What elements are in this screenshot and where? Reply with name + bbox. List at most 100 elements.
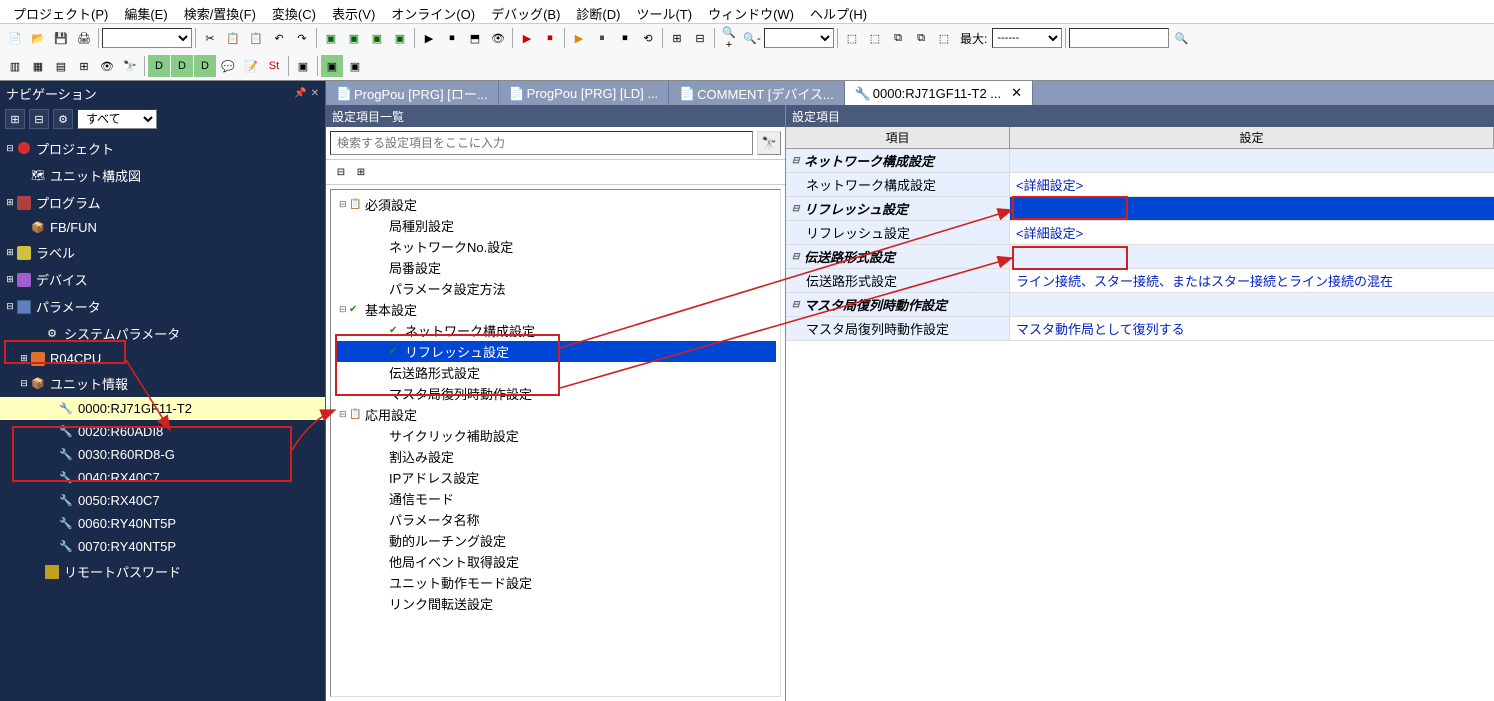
run-icon[interactable]: ▶: [568, 27, 590, 49]
tree-sysparam[interactable]: ⚙システムパラメータ: [0, 320, 325, 347]
dev-verify-icon[interactable]: ▣: [366, 27, 388, 49]
tree-unit-0030[interactable]: 🔧0030:R60RD8-G: [0, 443, 325, 466]
tree-cpu[interactable]: ⊞R04CPU: [0, 347, 325, 370]
tree-unit-0040[interactable]: 🔧0040:RX40C7: [0, 466, 325, 489]
tree-param[interactable]: ⊟パラメータ: [0, 293, 325, 320]
tree-device[interactable]: ⊞デバイス: [0, 266, 325, 293]
tab-progpou-ld[interactable]: 📄ProgPou [PRG] [LD] ...: [499, 81, 670, 105]
grid-row-refresh[interactable]: リフレッシュ設定 <詳細設定>: [786, 221, 1494, 245]
dev-read-icon[interactable]: ▣: [343, 27, 365, 49]
settings-search-input[interactable]: [330, 131, 753, 155]
tb2-c-icon[interactable]: ▣: [344, 55, 366, 77]
search-go-icon[interactable]: 🔍: [1170, 27, 1192, 49]
element-sel-icon[interactable]: ▦: [27, 55, 49, 77]
nav-toggle-icon[interactable]: ▥: [4, 55, 26, 77]
menu-search[interactable]: 検索/置換(F): [176, 2, 264, 21]
navigation-tree[interactable]: ⊟プロジェクト 🗺ユニット構成図 ⊞プログラム 📦FB/FUN ⊞ラベル ⊞デバ…: [0, 133, 325, 701]
menu-diag[interactable]: 診断(D): [568, 2, 628, 21]
cross-ref-icon[interactable]: ⊞: [73, 55, 95, 77]
monitor-stop-icon[interactable]: ⏹: [441, 27, 463, 49]
tab-progpou-local[interactable]: 📄ProgPou [PRG] [ロー...: [326, 81, 499, 105]
nav-view-icon[interactable]: ⊞: [5, 109, 25, 129]
st-basic[interactable]: ⊟✔基本設定: [335, 299, 776, 320]
menu-view[interactable]: 表示(V): [324, 2, 383, 21]
menu-edit[interactable]: 編集(E): [116, 2, 175, 21]
monitor-start-icon[interactable]: ▶: [418, 27, 440, 49]
tree-unit-0060[interactable]: 🔧0060:RY40NT5P: [0, 512, 325, 535]
tree-unitmap[interactable]: 🗺ユニット構成図: [0, 162, 325, 189]
st-station-type[interactable]: 局種別設定: [335, 215, 776, 236]
dev3-icon[interactable]: D: [194, 55, 216, 77]
tb-btn-d[interactable]: ⧉: [910, 27, 932, 49]
st-station-no[interactable]: 局番設定: [335, 257, 776, 278]
grid-cat-trans[interactable]: ⊟伝送路形式設定: [786, 245, 1494, 269]
pause-icon[interactable]: ⏸: [591, 27, 613, 49]
print-icon[interactable]: 🖨: [73, 27, 95, 49]
st-dyn-routing[interactable]: 動的ルーチング設定: [335, 530, 776, 551]
zoom-combo[interactable]: [764, 28, 834, 48]
tree-unit-0070[interactable]: 🔧0070:RY40NT5P: [0, 535, 325, 558]
tree-unitinfo[interactable]: ⊟📦ユニット情報: [0, 370, 325, 397]
st-network-no[interactable]: ネットワークNo.設定: [335, 236, 776, 257]
search-icon[interactable]: 🔭: [757, 131, 781, 155]
redo-icon[interactable]: ↷: [291, 27, 313, 49]
tab-comment[interactable]: 📄COMMENT [デバイス...: [669, 81, 845, 105]
grid-row-master[interactable]: マスタ局復列時動作設定 マスタ動作局として復列する: [786, 317, 1494, 341]
cut-icon[interactable]: ✂: [199, 27, 221, 49]
tree-unit-0020[interactable]: 🔧0020:R60ADI8: [0, 420, 325, 443]
find-icon[interactable]: 🔭: [119, 55, 141, 77]
grid-row-trans[interactable]: 伝送路形式設定 ライン接続、スター接続、またはスター接続とライン接続の混在: [786, 269, 1494, 293]
close-panel-icon[interactable]: ✕: [311, 88, 319, 99]
st-interrupt[interactable]: 割込み設定: [335, 446, 776, 467]
note-icon[interactable]: 📝: [240, 55, 262, 77]
menu-window[interactable]: ウィンドウ(W): [700, 2, 802, 21]
sim-stop-icon[interactable]: ⏹: [539, 27, 561, 49]
tree-project[interactable]: ⊟プロジェクト: [0, 135, 325, 162]
zoom-out-icon[interactable]: 🔍-: [741, 27, 763, 49]
tb-btn-e[interactable]: ⬚: [933, 27, 955, 49]
dev1-icon[interactable]: D: [148, 55, 170, 77]
new-icon[interactable]: 📄: [4, 27, 26, 49]
menu-debug[interactable]: デバッグ(B): [483, 2, 568, 21]
st-master-return[interactable]: マスタ局復列時動作設定: [335, 383, 776, 404]
copy-icon[interactable]: 📋: [222, 27, 244, 49]
st-unit-mode[interactable]: ユニット動作モード設定: [335, 572, 776, 593]
tab-close-icon[interactable]: ✕: [1005, 85, 1022, 101]
dev-monitor-icon[interactable]: ▣: [389, 27, 411, 49]
reset-icon[interactable]: ⟲: [637, 27, 659, 49]
st-required[interactable]: ⊟📋必須設定: [335, 194, 776, 215]
search-field[interactable]: [1069, 28, 1169, 48]
grid-row-netconfig[interactable]: ネットワーク構成設定 <詳細設定>: [786, 173, 1494, 197]
tb2-a-icon[interactable]: ▣: [292, 55, 314, 77]
tb-btn-b[interactable]: ⬚: [864, 27, 886, 49]
tree-program[interactable]: ⊞プログラム: [0, 189, 325, 216]
menu-project[interactable]: プロジェクト(P): [5, 2, 116, 21]
tree-unit-0050[interactable]: 🔧0050:RX40C7: [0, 489, 325, 512]
dev-write-icon[interactable]: ▣: [320, 27, 342, 49]
save-icon[interactable]: 💾: [50, 27, 72, 49]
window-split-icon[interactable]: ⊞: [666, 27, 688, 49]
st-link-xfer[interactable]: リンク間転送設定: [335, 593, 776, 614]
menu-online[interactable]: オンライン(O): [383, 2, 483, 21]
tree-remotepw[interactable]: リモートパスワード: [0, 558, 325, 585]
tab-unit-0000[interactable]: 🔧0000:RJ71GF11-T2 ...✕: [845, 81, 1033, 105]
grid-header-item[interactable]: 項目: [786, 127, 1010, 148]
st-param-method[interactable]: パラメータ設定方法: [335, 278, 776, 299]
tree-unit-0000[interactable]: 🔧0000:RJ71GF11-T2: [0, 397, 325, 420]
monitor-watch-icon[interactable]: 👁: [487, 27, 509, 49]
monitor-write-icon[interactable]: ⬒: [464, 27, 486, 49]
st-param-name[interactable]: パラメータ名称: [335, 509, 776, 530]
menu-help[interactable]: ヘルプ(H): [802, 2, 875, 21]
toolbar-combo-1[interactable]: [102, 28, 192, 48]
gear-icon[interactable]: ⚙: [53, 109, 73, 129]
simulation-icon[interactable]: ▶: [516, 27, 538, 49]
tree-fbfun[interactable]: 📦FB/FUN: [0, 216, 325, 239]
st-ipaddr[interactable]: IPアドレス設定: [335, 467, 776, 488]
tree-label[interactable]: ⊞ラベル: [0, 239, 325, 266]
menu-convert[interactable]: 変換(C): [264, 2, 324, 21]
st-cyclic[interactable]: サイクリック補助設定: [335, 425, 776, 446]
st-comm-mode[interactable]: 通信モード: [335, 488, 776, 509]
undo-icon[interactable]: ↶: [268, 27, 290, 49]
dev2-icon[interactable]: D: [171, 55, 193, 77]
st-net-config[interactable]: ✔ネットワーク構成設定: [335, 320, 776, 341]
